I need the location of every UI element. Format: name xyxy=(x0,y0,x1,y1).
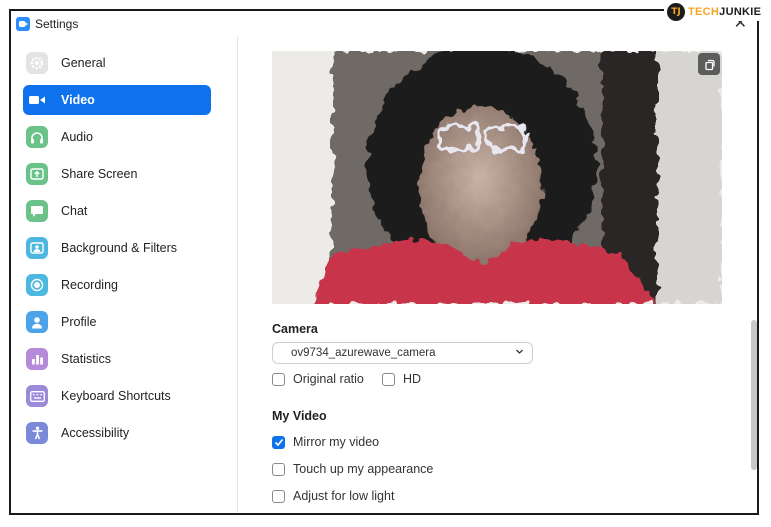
chevron-down-icon xyxy=(515,347,524,359)
keyboard-icon xyxy=(26,385,48,407)
sidebar-item-label: Chat xyxy=(61,204,88,218)
headphones-icon xyxy=(26,126,48,148)
sidebar-item-keyboard-shortcuts[interactable]: Keyboard Shortcuts xyxy=(23,381,211,411)
sidebar-item-share-screen[interactable]: Share Screen xyxy=(23,159,211,189)
sidebar-item-statistics[interactable]: Statistics xyxy=(23,344,211,374)
gear-icon xyxy=(26,52,48,74)
techjunkie-logo-icon: TJ xyxy=(667,3,685,21)
accessibility-icon xyxy=(26,422,48,444)
checkbox-box[interactable] xyxy=(272,489,285,503)
title-bar: Settings ✕ xyxy=(11,11,757,37)
sidebar-item-profile[interactable]: Profile xyxy=(23,307,211,337)
sidebar-item-video[interactable]: Video xyxy=(23,85,211,115)
sidebar-item-label: Keyboard Shortcuts xyxy=(61,389,171,403)
sidebar-item-label: Share Screen xyxy=(61,167,138,181)
camera-select[interactable]: ov9734_azurewave_camera xyxy=(272,342,533,364)
original-ratio-checkbox[interactable]: Original ratio xyxy=(272,372,364,386)
watermark-text: TECHJUNKIE xyxy=(688,6,762,18)
settings-sidebar: General Video Audio Share Screen Chat Ba… xyxy=(11,37,238,513)
sidebar-item-label: Profile xyxy=(61,315,97,329)
profile-icon xyxy=(26,311,48,333)
my-video-section-title: My Video xyxy=(272,409,327,423)
window-title: Settings xyxy=(35,17,79,31)
sidebar-item-label: Video xyxy=(61,93,95,107)
checkbox-box[interactable] xyxy=(272,435,285,449)
camera-select-value: ov9734_azurewave_camera xyxy=(291,347,436,359)
checkbox-label: Touch up my appearance xyxy=(293,462,434,476)
sidebar-item-label: Audio xyxy=(61,130,93,144)
camera-preview-image xyxy=(272,51,722,304)
sidebar-item-audio[interactable]: Audio xyxy=(23,122,211,152)
techjunkie-watermark: TJ TECHJUNKIE xyxy=(664,3,765,21)
checkbox-label: Original ratio xyxy=(293,372,364,386)
sidebar-item-recording[interactable]: Recording xyxy=(23,270,211,300)
sidebar-item-label: Statistics xyxy=(61,352,112,366)
checkbox-box[interactable] xyxy=(382,372,395,386)
camera-section-title: Camera xyxy=(272,322,318,336)
sidebar-item-background-filters[interactable]: Background & Filters xyxy=(23,233,211,263)
sidebar-item-label: Recording xyxy=(61,278,118,292)
chat-bubble-icon xyxy=(26,200,48,222)
low-light-checkbox[interactable]: Adjust for low light xyxy=(272,489,394,503)
sidebar-item-label: Accessibility xyxy=(61,426,130,440)
sidebar-item-chat[interactable]: Chat xyxy=(23,196,211,226)
mirror-video-checkbox[interactable]: Mirror my video xyxy=(272,435,379,449)
checkbox-box[interactable] xyxy=(272,462,285,476)
rotate-camera-button[interactable] xyxy=(698,53,720,75)
checkmark-icon xyxy=(274,438,283,446)
zoom-app-icon xyxy=(16,17,30,31)
background-icon xyxy=(26,237,48,259)
hd-checkbox[interactable]: HD xyxy=(382,372,421,386)
sidebar-item-label: Background & Filters xyxy=(61,241,178,255)
statistics-icon xyxy=(26,348,48,370)
settings-window: Settings ✕ General Video Audio Share Scr… xyxy=(9,9,759,515)
recording-icon xyxy=(26,274,48,296)
checkbox-label: HD xyxy=(403,372,422,386)
checkbox-label: Mirror my video xyxy=(293,435,380,449)
video-settings-panel: Camera ov9734_azurewave_camera Original … xyxy=(238,37,757,513)
checkbox-box[interactable] xyxy=(272,372,285,386)
camera-preview xyxy=(272,51,722,304)
touch-up-checkbox[interactable]: Touch up my appearance xyxy=(272,462,433,476)
video-camera-icon xyxy=(26,89,48,111)
sidebar-item-accessibility[interactable]: Accessibility xyxy=(23,418,211,448)
checkbox-label: Adjust for low light xyxy=(293,489,395,503)
sidebar-item-label: General xyxy=(61,56,106,70)
sidebar-item-general[interactable]: General xyxy=(23,48,211,78)
scrollbar-thumb[interactable] xyxy=(751,320,757,470)
share-screen-icon xyxy=(26,163,48,185)
